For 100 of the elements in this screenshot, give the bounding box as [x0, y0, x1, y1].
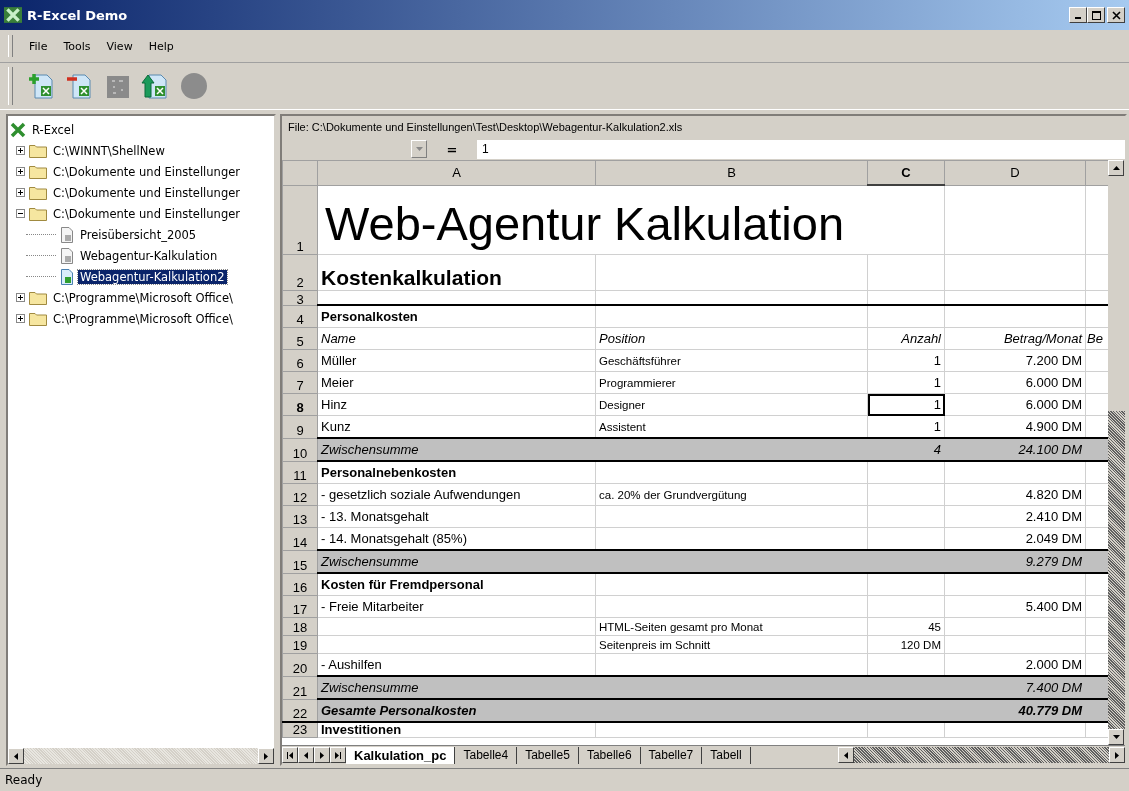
table-cell: Assistent	[599, 420, 646, 433]
row-header[interactable]: 23	[282, 722, 318, 738]
tree-item[interactable]: Preisübersicht_2005	[78, 227, 199, 242]
tree-item[interactable]: C:\Dokumente und Einstellunger	[51, 164, 242, 179]
menu-item[interactable]: View	[98, 39, 141, 53]
table-cell: 6.000 DM	[1025, 397, 1082, 412]
row-header[interactable]: 10	[282, 438, 318, 461]
close-button[interactable]	[1107, 7, 1125, 23]
table-cell: Betrag/Monat	[1003, 331, 1082, 346]
row-header[interactable]: 7	[282, 371, 318, 394]
row-header[interactable]: 21	[282, 676, 318, 699]
column-header[interactable]: D	[944, 160, 1086, 185]
row-header[interactable]: 15	[282, 550, 318, 573]
table-cell: Programmierer	[599, 376, 676, 389]
previous-sheet-button[interactable]	[298, 747, 314, 763]
table-cell: - 14. Monatsgehalt (85%)	[321, 531, 467, 546]
expand-toggle[interactable]	[16, 293, 25, 302]
up-arrow-icon	[1112, 166, 1120, 170]
table-cell: Investitionen	[321, 723, 402, 737]
close-icon	[1111, 10, 1121, 20]
tree-item[interactable]: R-Excel	[30, 122, 77, 137]
row-header[interactable]: 6	[282, 349, 318, 372]
row-header[interactable]: 20	[282, 653, 318, 676]
tree-item[interactable]: C:\Dokumente und Einstellunger	[51, 206, 242, 221]
next-sheet-button[interactable]	[314, 747, 330, 763]
expand-toggle[interactable]	[16, 146, 25, 155]
table-cell: 7.200 DM	[1025, 353, 1082, 368]
maximize-button[interactable]	[1087, 7, 1105, 23]
row-header[interactable]: 9	[282, 415, 318, 438]
table-cell: Kostenkalkulation	[321, 266, 502, 289]
column-header[interactable]: B	[595, 160, 868, 185]
expand-toggle[interactable]	[16, 167, 25, 176]
table-cell: - Aushilfen	[321, 657, 382, 672]
minimize-button[interactable]	[1069, 7, 1087, 23]
table-cell: - Freie Mitarbeiter	[321, 599, 424, 614]
right-arrow-icon	[1115, 751, 1119, 759]
table-cell: 4.900 DM	[1025, 419, 1082, 434]
vertical-scrollbar[interactable]	[1108, 160, 1125, 745]
row-header[interactable]: 5	[282, 327, 318, 350]
expand-toggle[interactable]	[16, 188, 25, 197]
table-cell: Personalnebenkosten	[321, 465, 457, 480]
row-header[interactable]: 14	[282, 527, 318, 550]
row-header[interactable]: 2	[282, 254, 318, 291]
row-header[interactable]: 17	[282, 595, 318, 618]
sheet-tab[interactable]: Kalkulation_pc	[346, 746, 456, 764]
table-cell: Kosten für Fremdpersonal	[321, 577, 484, 592]
table-cell: 1	[933, 353, 941, 368]
table-cell: Position	[599, 331, 646, 346]
last-arrow-icon	[335, 751, 341, 759]
row-header[interactable]: 16	[282, 573, 318, 596]
column-header[interactable]: C	[867, 160, 945, 185]
row-header[interactable]: 11	[282, 461, 318, 484]
table-cell: Zwischensumme	[321, 554, 419, 569]
tree-item[interactable]: Webagentur-Kalkulation	[78, 248, 220, 263]
row-header[interactable]: 4	[282, 305, 318, 328]
table-cell: 120 DM	[900, 638, 941, 651]
table-cell: 7.400 DM	[1025, 680, 1082, 695]
expand-toggle[interactable]	[16, 209, 25, 218]
tree-item[interactable]: C:\Programme\Microsoft Office\	[51, 311, 235, 326]
file-path: File: C:\Dokumente und Einstellungen\Test\Desktop\Webagentur-Kalkulation2.xls	[287, 120, 684, 135]
down-arrow-icon	[1112, 735, 1120, 739]
row-header[interactable]: 1	[282, 185, 318, 255]
menu-item[interactable]: Tools	[55, 39, 99, 53]
excel-logo-icon	[10, 121, 26, 138]
table-cell: Designer	[599, 398, 646, 411]
row-header[interactable]: 13	[282, 505, 318, 528]
name-box-dropdown[interactable]	[411, 140, 427, 158]
folder-icon	[29, 206, 47, 221]
table-cell: 2.049 DM	[1025, 531, 1082, 546]
window-title: R-Excel Demo	[27, 7, 128, 23]
table-cell: Anzahl	[901, 331, 941, 346]
row-header[interactable]: 8	[282, 393, 318, 416]
table-cell: 2.410 DM	[1025, 509, 1082, 524]
right-arrow-icon	[264, 752, 268, 760]
excel-logo-icon	[4, 6, 22, 24]
table-cell: Müller	[321, 353, 357, 368]
table-cell: Zwischensumme	[321, 680, 419, 695]
table-cell: Meier	[321, 375, 354, 390]
table-cell: 9.279 DM	[1025, 554, 1082, 569]
caret-icon	[415, 147, 423, 151]
first-sheet-button[interactable]	[282, 747, 298, 763]
column-header[interactable]: A	[317, 160, 596, 185]
table-cell: Seitenpreis im Schnitt	[599, 638, 711, 651]
menu-item[interactable]: File	[21, 39, 56, 53]
tree-item[interactable]: Webagentur-Kalkulation2	[78, 269, 227, 284]
folder-icon	[29, 290, 47, 305]
tree-item[interactable]: C:\WINNT\ShellNew	[51, 143, 167, 158]
right-arrow-icon	[320, 751, 324, 759]
table-cell: - gesetzlich soziale Aufwendungen	[321, 487, 521, 502]
tree-item[interactable]: C:\Programme\Microsoft Office\	[51, 290, 235, 305]
row-header[interactable]: 12	[282, 483, 318, 506]
last-sheet-button[interactable]	[330, 747, 346, 763]
horizontal-scrollbar[interactable]	[838, 747, 1125, 763]
expand-toggle[interactable]	[16, 314, 25, 323]
formula-field[interactable]: 1	[477, 139, 1125, 159]
maximize-icon	[1091, 10, 1101, 20]
menu-item[interactable]: Help	[140, 39, 182, 53]
folder-icon	[29, 164, 47, 179]
horizontal-scrollbar[interactable]	[8, 748, 274, 764]
tree-item[interactable]: C:\Dokumente und Einstellunger	[51, 185, 242, 200]
